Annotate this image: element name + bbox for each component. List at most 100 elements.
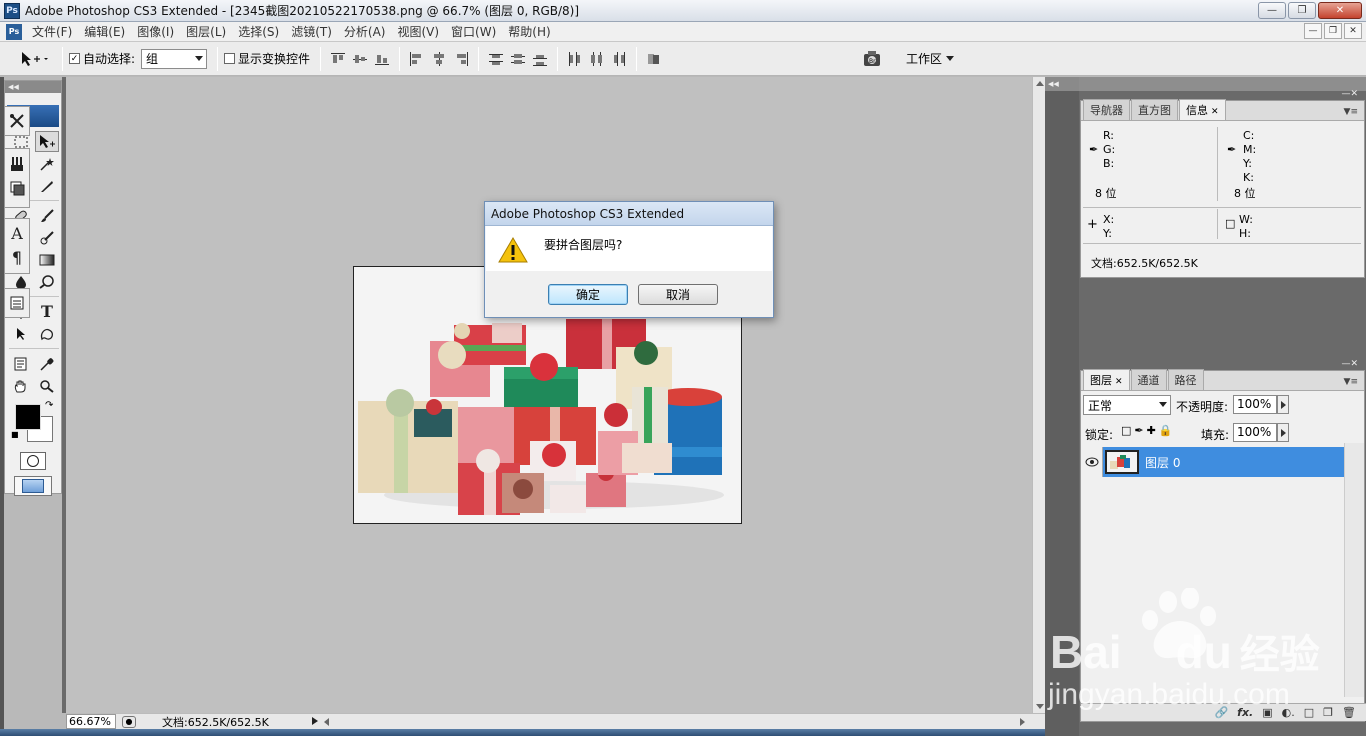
doc-minimize-button[interactable]: — <box>1304 23 1322 39</box>
tab-layers[interactable]: 图层 ✕ <box>1083 369 1130 390</box>
zoom-tool-icon[interactable] <box>35 375 59 396</box>
distribute-hcenter-icon[interactable] <box>588 50 606 68</box>
status-menu-arrow-icon[interactable] <box>312 717 318 725</box>
distribute-bottom-icon[interactable] <box>531 50 549 68</box>
restore-button[interactable]: ❐ <box>1288 2 1316 19</box>
align-vcenter-icon[interactable] <box>351 50 369 68</box>
link-layers-icon[interactable]: 🔗 <box>1214 706 1228 719</box>
opacity-slider-button[interactable] <box>1277 395 1289 414</box>
tools-preset-icon[interactable] <box>5 109 29 133</box>
tab-histogram[interactable]: 直方图 <box>1131 99 1178 120</box>
layer-row[interactable]: 图层 0 <box>1081 447 1345 477</box>
tab-info[interactable]: 信息 ✕ <box>1179 99 1226 120</box>
brushes-icon[interactable] <box>5 152 29 176</box>
zoom-field[interactable]: 66.67% <box>66 714 116 729</box>
hand-tool-icon[interactable] <box>9 375 33 396</box>
menu-layer[interactable]: 图层(L) <box>180 23 232 40</box>
workspace-menu[interactable]: 工作区 <box>906 50 955 67</box>
type-tool-icon[interactable]: T <box>35 301 59 322</box>
layer-comps-icon[interactable] <box>5 291 29 315</box>
eye-icon[interactable] <box>1081 447 1103 477</box>
ok-button[interactable]: 确定 <box>548 284 628 305</box>
auto-select-checkbox[interactable]: ✓ <box>69 53 80 64</box>
menu-edit[interactable]: 编辑(E) <box>78 23 131 40</box>
lock-icons[interactable]: □✒✚🔒 <box>1121 424 1176 437</box>
panel-menu-icon[interactable]: ▼≡ <box>1344 377 1358 387</box>
show-transform-checkbox[interactable] <box>224 53 236 64</box>
auto-align-icon[interactable] <box>645 50 663 68</box>
eyedropper-cmyk-icon[interactable]: ✒ <box>1227 143 1236 156</box>
opacity-input[interactable]: 100% <box>1233 395 1277 414</box>
distribute-right-icon[interactable] <box>610 50 628 68</box>
scroll-up-icon[interactable] <box>1036 81 1044 86</box>
right-dock-grip[interactable] <box>1079 77 1366 91</box>
foreground-color-swatch[interactable] <box>15 404 41 430</box>
panel-menu-icon[interactable]: ▼≡ <box>1344 107 1358 117</box>
layer-style-icon[interactable]: fx. <box>1237 706 1253 719</box>
panel-minimize-icon[interactable]: —✕ <box>1341 359 1358 369</box>
cancel-button[interactable]: 取消 <box>638 284 718 305</box>
distribute-top-icon[interactable] <box>487 50 505 68</box>
layers-scrollbar[interactable] <box>1344 443 1364 697</box>
trash-icon[interactable]: 🗑 <box>1342 706 1356 719</box>
panel-minimize-icon[interactable]: —✕ <box>1341 89 1358 99</box>
path-selection-tool-icon[interactable] <box>9 323 33 344</box>
fill-slider-button[interactable] <box>1277 423 1289 442</box>
align-bottom-icon[interactable] <box>373 50 391 68</box>
eyedropper-icon[interactable]: ✒ <box>1089 143 1098 156</box>
new-group-icon[interactable]: □ <box>1304 706 1314 719</box>
document-status-icon[interactable]: ● <box>122 715 136 728</box>
menu-filter[interactable]: 滤镜(T) <box>285 23 338 40</box>
horizontal-scrollbar[interactable] <box>320 713 1045 729</box>
minimize-button[interactable]: — <box>1258 2 1286 19</box>
layer-mask-icon[interactable]: ▣ <box>1262 706 1272 719</box>
swap-colors-icon[interactable]: ↷ <box>45 400 53 411</box>
eyedropper-tool-icon[interactable] <box>35 353 59 374</box>
scroll-right-icon[interactable] <box>1020 718 1025 726</box>
default-colors-icon[interactable]: ■ <box>11 430 19 439</box>
close-button[interactable]: ✕ <box>1318 2 1362 19</box>
history-brush-tool-icon[interactable] <box>35 227 59 248</box>
distribute-vcenter-icon[interactable] <box>509 50 527 68</box>
close-icon[interactable]: ✕ <box>1115 377 1123 387</box>
align-hcenter-icon[interactable] <box>430 50 448 68</box>
fill-input[interactable]: 100% <box>1233 423 1277 442</box>
adjustment-layer-icon[interactable]: ◐. <box>1282 706 1295 719</box>
menu-analysis[interactable]: 分析(A) <box>338 23 392 40</box>
doc-close-button[interactable]: ✕ <box>1344 23 1362 39</box>
menu-select[interactable]: 选择(S) <box>232 23 285 40</box>
ps-menu-icon[interactable]: Ps <box>6 23 22 40</box>
align-right-icon[interactable] <box>452 50 470 68</box>
tab-navigator[interactable]: 导航器 <box>1083 99 1130 120</box>
dodge-tool-icon[interactable] <box>35 271 59 292</box>
menu-window[interactable]: 窗口(W) <box>445 23 502 40</box>
tool-preset-picker[interactable] <box>12 46 56 72</box>
gradient-tool-icon[interactable] <box>35 249 59 270</box>
quick-mask-button[interactable] <box>20 452 46 470</box>
clone-source-icon[interactable] <box>5 176 29 200</box>
menu-view[interactable]: 视图(V) <box>391 23 445 40</box>
menu-help[interactable]: 帮助(H) <box>502 23 556 40</box>
distribute-left-icon[interactable] <box>566 50 584 68</box>
screen-mode-button[interactable] <box>14 476 52 496</box>
magic-wand-tool-icon[interactable] <box>35 153 59 174</box>
icon-dock-expand-handle[interactable]: ◀◀ <box>1045 77 1079 91</box>
scroll-left-icon[interactable] <box>324 718 329 726</box>
close-icon[interactable]: ✕ <box>1211 107 1219 117</box>
notes-tool-icon[interactable] <box>9 353 33 374</box>
paragraph-icon[interactable]: ¶ <box>5 245 29 269</box>
move-tool-icon[interactable] <box>35 131 59 152</box>
tab-paths[interactable]: 路径 <box>1167 369 1204 390</box>
align-left-icon[interactable] <box>408 50 426 68</box>
slice-tool-icon[interactable] <box>35 175 59 196</box>
auto-select-dropdown[interactable]: 组 <box>141 48 208 69</box>
character-icon[interactable]: A <box>5 221 29 245</box>
new-layer-icon[interactable]: ❐ <box>1323 706 1333 719</box>
brush-tool-icon[interactable] <box>35 205 59 226</box>
doc-restore-button[interactable]: ❐ <box>1324 23 1342 39</box>
menu-image[interactable]: 图像(I) <box>131 23 180 40</box>
blend-mode-dropdown[interactable]: 正常 <box>1083 395 1171 415</box>
vertical-scrollbar[interactable] <box>1032 77 1045 713</box>
menu-file[interactable]: 文件(F) <box>26 23 78 40</box>
toolbox-collapse-handle[interactable]: ◀◀ <box>5 81 61 93</box>
